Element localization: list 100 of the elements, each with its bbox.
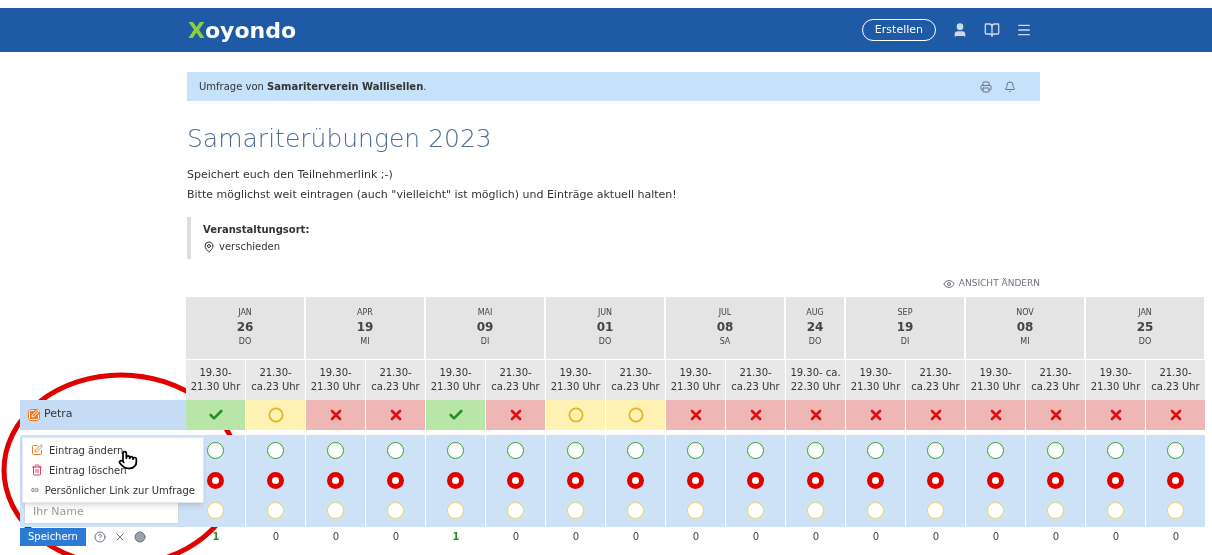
logo[interactable]: Xoyondo [188,13,297,47]
weekday-label: SA [719,336,731,348]
radio-button[interactable] [447,442,464,459]
time-slot: 21.30- ca.23 Uhr [726,358,786,400]
radio-button[interactable] [627,442,644,459]
time-slot: 21.30- ca.23 Uhr [1026,358,1086,400]
weekday-label: DO [808,336,822,348]
time-slot: 19.30- ca. 22.30 Uhr [786,358,846,400]
radio-button[interactable] [627,472,644,489]
radio-button[interactable] [327,472,344,489]
month-label: AUG [806,307,824,319]
day-label: 25 [1136,319,1154,336]
radio-button[interactable] [987,472,1004,489]
location-label: Veranstaltungsort: [203,223,311,237]
view-toggle[interactable]: ANSICHT ÄNDERN [942,277,1040,291]
time-slot: 21.30- ca.23 Uhr [486,358,546,400]
day-label: 19 [356,319,374,336]
time-slot: 21.30- ca.23 Uhr [366,358,426,400]
total-count: 0 [1051,529,1061,544]
weekday-label: DO [1138,336,1152,348]
month-label: SEP [897,307,913,319]
total-count: 0 [571,529,581,544]
print-icon[interactable] [980,80,992,93]
time-slot: 19.30- 21.30 Uhr [306,358,366,400]
radio-button[interactable] [867,442,884,459]
total-count: 0 [1171,529,1181,544]
radio-button[interactable] [387,472,404,489]
radio-button[interactable] [1047,472,1064,489]
menu-item[interactable]: Eintrag ändern [23,440,203,460]
time-slot: 19.30- 21.30 Uhr [186,358,246,400]
radio-button[interactable] [507,472,524,489]
total-count: 1 [451,529,461,544]
day-label: 24 [806,319,824,336]
radio-button[interactable] [987,442,1004,459]
time-slot: 21.30- ca.23 Uhr [246,358,306,400]
book-icon[interactable] [984,22,1000,38]
eye-icon [942,277,955,290]
trash-icon [31,464,43,476]
user-icon[interactable] [952,22,968,38]
time-slot: 21.30- ca.23 Uhr [906,358,966,400]
time-slot: 19.30- 21.30 Uhr [966,358,1026,400]
radio-button[interactable] [567,472,584,489]
notice-text: Umfrage von Samariterverein Wallisellen. [199,80,427,94]
radio-button[interactable] [207,472,224,489]
help-icon[interactable] [93,530,106,543]
menu-icon[interactable] [1016,22,1032,38]
circle-icon [567,406,584,423]
bell-icon[interactable] [1004,80,1016,93]
day-label: 19 [896,319,914,336]
month-label: JAN [238,307,252,319]
time-slot: 19.30- 21.30 Uhr [666,358,726,400]
month-label: MAI [477,307,493,319]
weekday-label: DI [480,336,490,348]
total-count: 0 [631,529,641,544]
radio-button[interactable] [567,442,584,459]
radio-button[interactable] [1167,472,1184,489]
radio-button[interactable] [1167,442,1184,459]
total-count: 0 [991,529,1001,544]
total-count: 0 [751,529,761,544]
radio-button[interactable] [927,472,944,489]
radio-button[interactable] [747,442,764,459]
radio-button[interactable] [1047,442,1064,459]
radio-button[interactable] [447,472,464,489]
month-label: APR [357,307,373,319]
radio-button[interactable] [327,442,344,459]
day-label: 01 [596,319,614,336]
pin-icon [203,240,215,253]
radio-button[interactable] [687,472,704,489]
edit-icon[interactable] [28,408,40,421]
month-label: JAN [1138,307,1152,319]
radio-button[interactable] [207,442,224,459]
menu-item[interactable]: Persönlicher Link zur Umfrage [23,480,203,500]
radio-button[interactable] [1107,442,1124,459]
radio-button[interactable] [267,472,284,489]
total-count: 0 [331,529,341,544]
time-slot: 19.30- 21.30 Uhr [426,358,486,400]
total-count: 0 [391,529,401,544]
participant-name: Petra [44,406,73,423]
radio-button[interactable] [747,472,764,489]
radio-button[interactable] [867,472,884,489]
circle-icon [627,406,644,423]
location-value: verschieden [219,240,280,254]
day-label: 08 [716,319,734,336]
menu-item[interactable]: Eintrag löschen [23,460,203,480]
circle-icon[interactable] [133,530,146,543]
month-label: NOV [1016,307,1034,319]
radio-button[interactable] [807,442,824,459]
radio-button[interactable] [267,442,284,459]
save-button[interactable]: Speichern [20,527,86,546]
total-count: 0 [1111,529,1121,544]
radio-button[interactable] [387,442,404,459]
radio-button[interactable] [507,442,524,459]
radio-button[interactable] [927,442,944,459]
radio-button[interactable] [687,442,704,459]
weekday-label: MI [360,336,370,348]
month-label: JUN [597,307,613,319]
radio-button[interactable] [807,472,824,489]
time-slot: 19.30- 21.30 Uhr [1086,358,1146,400]
radio-button[interactable] [1107,472,1124,489]
total-count: 1 [211,529,221,544]
